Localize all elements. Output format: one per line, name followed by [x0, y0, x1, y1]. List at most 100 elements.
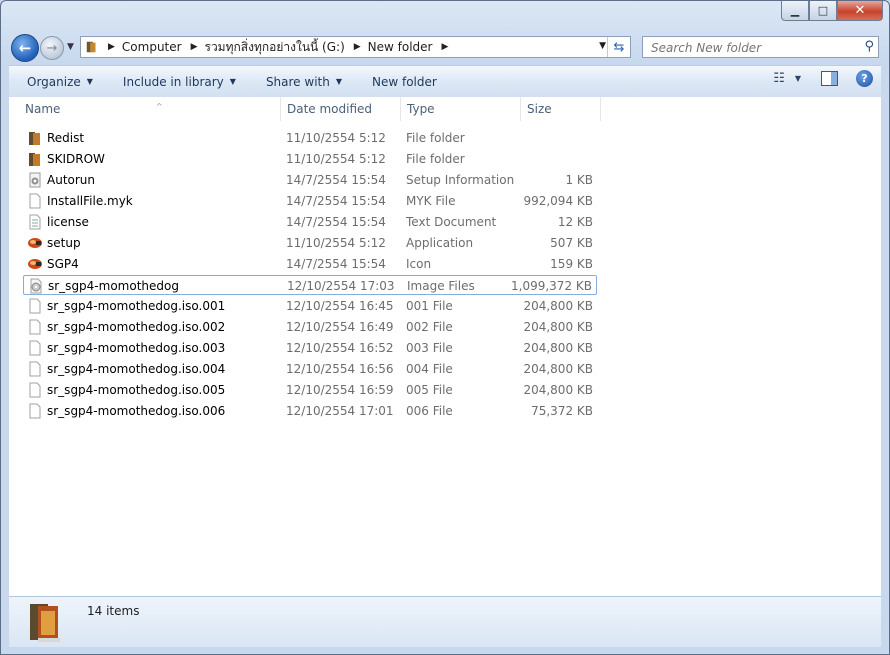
table-row[interactable]: license 14/7/2554 15:54 Text Document 12 KB — [23, 212, 597, 232]
chevron-down-icon: ▼ — [794, 74, 801, 83]
caption-buttons: ▁ □ ✕ — [781, 1, 883, 21]
file-size: 204,800 KB — [523, 362, 593, 376]
search-input[interactable] — [649, 38, 853, 58]
chevron-down-icon: ▼ — [86, 77, 93, 86]
preview-pane-icon[interactable] — [821, 71, 838, 86]
folder-icon — [30, 604, 60, 642]
file-date-modified: 12/10/2554 17:03 — [287, 279, 395, 293]
table-row[interactable]: InstallFile.myk 14/7/2554 15:54 MYK File 99… — [23, 191, 597, 211]
share-with-button[interactable]: Share with ▼ — [266, 75, 342, 89]
minimize-button[interactable]: ▁ — [781, 1, 809, 21]
close-button[interactable]: ✕ — [837, 1, 883, 21]
column-header-size[interactable]: Size — [521, 97, 601, 121]
file-date-modified: 14/7/2554 15:54 — [286, 257, 386, 271]
help-icon[interactable]: ? — [856, 70, 873, 87]
file-name: sr_sgp4-momothedog.iso.006 — [47, 404, 226, 418]
new-folder-label: New folder — [372, 74, 437, 89]
breadcrumb-computer[interactable]: Computer — [122, 40, 182, 54]
table-row[interactable]: SGP4 14/7/2554 15:54 Icon 159 KB — [23, 254, 597, 274]
file-type: Icon — [406, 257, 432, 271]
folder-icon — [86, 41, 96, 53]
file-name: sr_sgp4-momothedog.iso.001 — [47, 299, 226, 313]
chevron-right-icon[interactable]: ▶ — [354, 42, 361, 52]
file-type: Setup Information — [406, 173, 515, 187]
search-box[interactable]: ⚲ — [642, 36, 879, 58]
include-in-library-button[interactable]: Include in library ▼ — [123, 75, 236, 89]
column-header-type[interactable]: Type — [401, 97, 521, 121]
application-icon — [28, 259, 42, 269]
file-date-modified: 11/10/2554 5:12 — [286, 131, 386, 145]
blank-file-icon — [29, 298, 41, 314]
share-with-label: Share with — [265, 74, 330, 89]
setup-info-icon — [29, 172, 41, 188]
table-row[interactable]: sr_sgp4-momothedog.iso.005 12/10/2554 16:… — [23, 380, 597, 400]
file-size: 75,372 KB — [531, 404, 593, 418]
organize-label: Organize — [27, 74, 81, 89]
recent-pages-button[interactable]: ▼ — [67, 42, 74, 52]
chevron-right-icon[interactable]: ▶ — [108, 42, 115, 52]
text-document-icon — [29, 214, 41, 230]
file-type: Application — [406, 236, 474, 250]
file-type: 004 File — [406, 362, 453, 376]
table-row[interactable]: sr_sgp4-momothedog 12/10/2554 17:03 Image … — [23, 275, 597, 295]
chevron-right-icon[interactable]: ▶ — [442, 42, 449, 52]
new-folder-button[interactable]: New folder — [372, 75, 437, 89]
file-name: license — [47, 215, 89, 229]
file-date-modified: 12/10/2554 17:01 — [286, 404, 394, 418]
file-size: 159 KB — [550, 257, 593, 271]
file-type: 002 File — [406, 320, 453, 334]
table-row[interactable]: sr_sgp4-momothedog.iso.006 12/10/2554 17:… — [23, 401, 597, 421]
file-date-modified: 12/10/2554 16:59 — [286, 383, 394, 397]
organize-button[interactable]: Organize ▼ — [27, 75, 93, 89]
blank-file-icon — [29, 340, 41, 356]
disc-image-icon — [30, 278, 42, 294]
file-size: 204,800 KB — [523, 383, 593, 397]
file-name: sr_sgp4-momothedog — [48, 279, 179, 293]
table-row[interactable]: sr_sgp4-momothedog.iso.003 12/10/2554 16:… — [23, 338, 597, 358]
search-icon[interactable]: ⚲ — [864, 39, 874, 54]
application-icon — [28, 238, 42, 248]
table-row[interactable]: Redist 11/10/2554 5:12 File folder — [23, 128, 597, 148]
chevron-down-icon: ▼ — [335, 77, 342, 86]
back-button[interactable]: ← — [11, 34, 39, 62]
maximize-button[interactable]: □ — [809, 1, 837, 21]
folder-icon — [29, 132, 40, 145]
file-name: sr_sgp4-momothedog.iso.005 — [47, 383, 226, 397]
address-bar[interactable]: ▶ Computer ▶ รวมทุกสิ่งทุกอย่างในนี้ (G:… — [80, 36, 631, 58]
file-name: sr_sgp4-momothedog.iso.004 — [47, 362, 226, 376]
table-row[interactable]: Autorun 14/7/2554 15:54 Setup Information 1… — [23, 170, 597, 190]
forward-button[interactable]: → — [40, 36, 64, 60]
breadcrumb-drive[interactable]: รวมทุกสิ่งทุกอย่างในนี้ (G:) — [205, 38, 345, 57]
file-type: MYK File — [406, 194, 456, 208]
blank-file-icon — [29, 193, 41, 209]
change-view-button[interactable]: ☷ ▼ — [773, 71, 801, 86]
refresh-button[interactable]: ⇆ — [607, 37, 630, 57]
file-type: 005 File — [406, 383, 453, 397]
table-row[interactable]: setup 11/10/2554 5:12 Application 507 KB — [23, 233, 597, 253]
file-date-modified: 14/7/2554 15:54 — [286, 173, 386, 187]
table-row[interactable]: sr_sgp4-momothedog.iso.001 12/10/2554 16:… — [23, 296, 597, 316]
column-header-name[interactable]: Name ^ — [19, 97, 281, 121]
details-pane: 14 items — [9, 596, 881, 647]
refresh-icon: ⇆ — [613, 39, 625, 55]
file-type: Image Files — [407, 279, 475, 293]
file-type: 006 File — [406, 404, 453, 418]
chevron-down-icon: ▼ — [229, 77, 236, 86]
file-type: File folder — [406, 152, 465, 166]
file-type: Text Document — [406, 215, 497, 229]
blank-file-icon — [29, 403, 41, 419]
column-header-date[interactable]: Date modified — [281, 97, 401, 121]
file-name: Autorun — [47, 173, 96, 187]
file-date-modified: 14/7/2554 15:54 — [286, 194, 386, 208]
table-row[interactable]: sr_sgp4-momothedog.iso.002 12/10/2554 16:… — [23, 317, 597, 337]
blank-file-icon — [29, 382, 41, 398]
chevron-down-icon[interactable]: ▼ — [599, 41, 606, 51]
blank-file-icon — [29, 361, 41, 377]
table-row[interactable]: sr_sgp4-momothedog.iso.004 12/10/2554 16:… — [23, 359, 597, 379]
chevron-right-icon[interactable]: ▶ — [191, 42, 198, 52]
file-size: 204,800 KB — [523, 320, 593, 334]
file-type: 001 File — [406, 299, 453, 313]
table-row[interactable]: SKIDROW 11/10/2554 5:12 File folder — [23, 149, 597, 169]
breadcrumb-new-folder[interactable]: New folder — [368, 40, 433, 54]
details-view-icon: ☷ — [773, 71, 785, 86]
